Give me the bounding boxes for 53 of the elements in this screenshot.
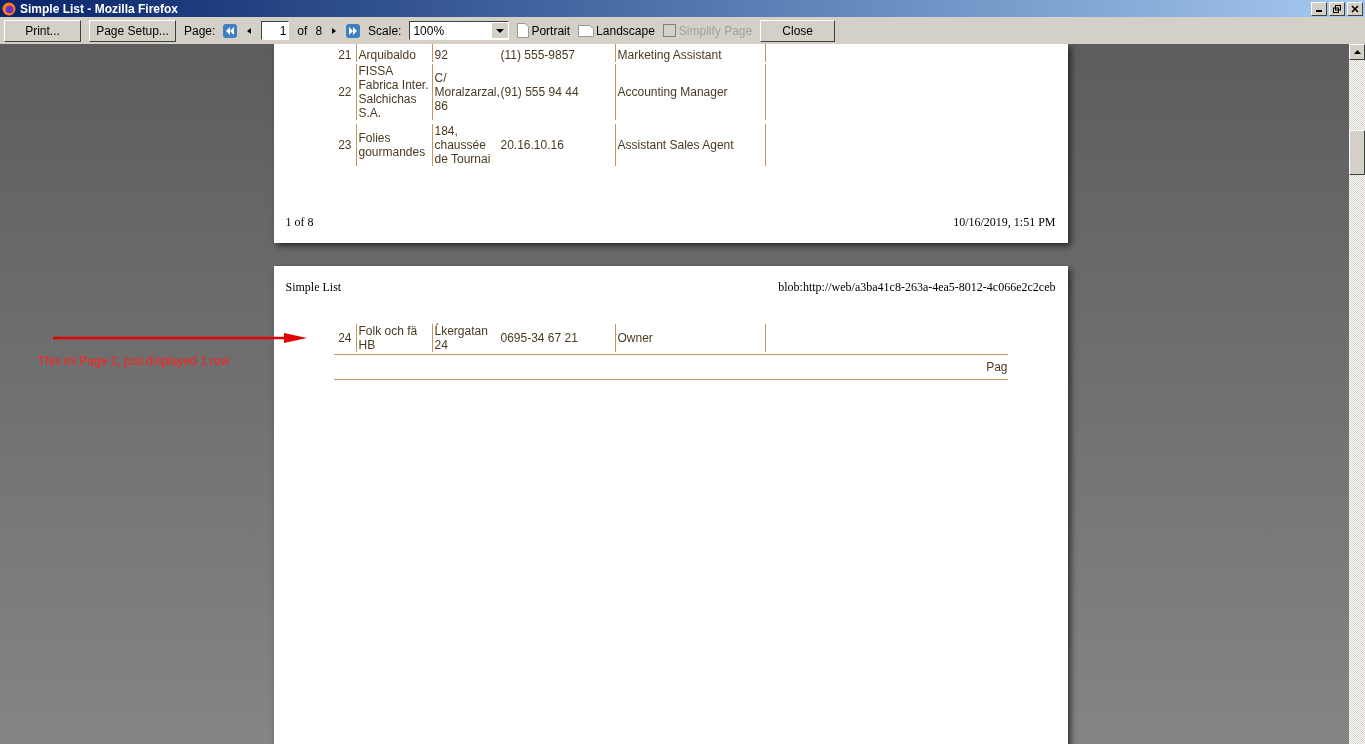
table-cell-text: Ĺkergatan 24 xyxy=(433,324,489,352)
table-cell-text: 21 xyxy=(337,48,353,62)
portrait-button[interactable]: Portrait xyxy=(517,21,571,40)
restore-icon xyxy=(1333,4,1341,13)
table-cell-text: Owner xyxy=(616,331,654,345)
table-cell-text: (11) 555-9857 xyxy=(500,48,576,62)
scale-dropdown[interactable]: 100% xyxy=(409,21,510,40)
page-setup-button[interactable]: Page Setup... xyxy=(89,19,176,42)
print-button[interactable]: Print... xyxy=(4,19,81,42)
table-cell-text: (91) 555 94 44 xyxy=(500,85,580,99)
close-button[interactable] xyxy=(1347,1,1363,16)
page-number-field[interactable]: 1 xyxy=(261,21,290,40)
table-cell-text: Assistant Sales Agent xyxy=(616,138,735,152)
table-cell-text: 24 xyxy=(337,331,353,345)
table-cell-text: Accounting Manager xyxy=(616,85,729,99)
vertical-scrollbar[interactable] xyxy=(1349,44,1365,744)
page-label: Page: xyxy=(184,22,216,40)
scroll-up-icon[interactable] xyxy=(1353,50,1361,54)
scale-label: Scale: xyxy=(368,22,402,40)
page-header-title: Simple List xyxy=(285,279,342,296)
table-cell-text: 184, chaussée de Tournai xyxy=(433,124,492,166)
landscape-button[interactable]: Landscape xyxy=(578,21,655,40)
previous-page-icon[interactable] xyxy=(245,26,254,35)
restore-button[interactable] xyxy=(1329,1,1345,16)
close-icon xyxy=(1351,4,1359,13)
window-title: Simple List - Mozilla Firefox xyxy=(20,0,179,18)
page-footer-date: 10/16/2019, 1:51 PM xyxy=(953,214,1056,231)
table-cell-text: Marketing Assistant xyxy=(616,48,723,62)
first-page-icon[interactable] xyxy=(223,23,238,38)
table-cell-text: Arquibaldo xyxy=(357,48,417,62)
table-cell-text: 23 xyxy=(337,138,353,152)
landscape-page-icon xyxy=(578,24,595,37)
minimize-icon xyxy=(1316,10,1322,12)
close-button[interactable]: Close xyxy=(760,19,836,42)
table-cell-text: 22 xyxy=(337,85,353,99)
table-cell-text: 20.16.10.16 xyxy=(500,138,565,152)
scroll-thumb[interactable] xyxy=(1349,130,1365,175)
table-cell-text: FISSA Fabrica Inter. Salchichas S.A. xyxy=(357,64,430,120)
page-footer-text: Pag xyxy=(986,359,1008,376)
annotation-note: This ini Page 2, just displayed 1 row xyxy=(38,353,230,370)
table-cell-text: 0695-34 67 21 xyxy=(500,331,579,345)
table-cell-text: C/ Moralzarzal, 86 xyxy=(433,71,501,113)
page-header-url: blob:http://web/a3ba41c8-263a-4ea5-8012-4c066e2c2ceb xyxy=(778,279,1056,296)
minimize-button[interactable] xyxy=(1311,1,1327,16)
browser-logo-icon xyxy=(2,1,16,16)
of-label: of xyxy=(297,22,308,40)
page-footer-count: 1 of 8 xyxy=(285,214,314,231)
last-page-icon[interactable] xyxy=(346,23,361,38)
table-cell-text: Folk och fä HB xyxy=(357,324,419,352)
table-cell-text: Folies gourmandes xyxy=(357,131,427,159)
page-count: 8 xyxy=(315,22,323,40)
portrait-page-icon xyxy=(517,23,530,38)
table-cell-text: 92 xyxy=(433,48,449,62)
